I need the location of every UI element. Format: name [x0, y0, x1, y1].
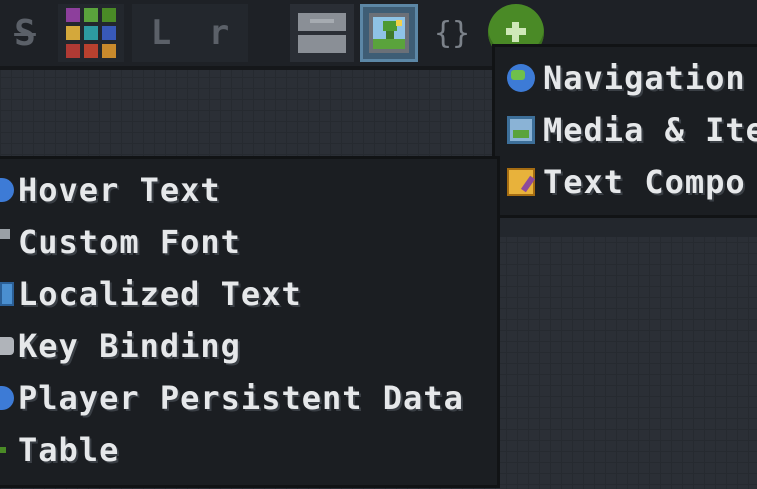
color-picker-button[interactable]: [58, 4, 124, 62]
color-swatch: [84, 44, 98, 58]
submenu-item-label: Custom Font: [18, 223, 241, 261]
submenu-item-custom-font[interactable]: Custom Font: [0, 217, 241, 267]
submenu-item-label: Player Persistent Data: [18, 379, 464, 417]
data-icon: [0, 386, 14, 410]
submenu-item-label: Localized Text: [18, 275, 302, 313]
submenu-item-localized-text[interactable]: Localized Text: [0, 269, 302, 319]
menu-item-navigation[interactable]: Navigation: [507, 53, 746, 103]
strikethrough-button[interactable]: S: [0, 4, 50, 62]
submenu-item-key-binding[interactable]: Key Binding: [0, 321, 241, 371]
color-swatch: [66, 26, 80, 40]
l-glyph: L: [150, 13, 172, 53]
image-icon: [507, 116, 535, 144]
lowercase-l-button[interactable]: L: [132, 4, 190, 62]
add-component-button[interactable]: [487, 4, 545, 60]
menu-item-label: Navigation: [543, 59, 746, 97]
menu-item-text-components[interactable]: Text Compo: [507, 157, 746, 207]
image-button[interactable]: [360, 4, 418, 62]
json-button[interactable]: {}: [424, 4, 480, 62]
note-icon: [507, 168, 535, 196]
strikethrough-icon: S: [14, 12, 36, 54]
color-swatch: [102, 8, 116, 22]
color-swatch: [102, 44, 116, 58]
color-swatch: [102, 26, 116, 40]
menu-item-media[interactable]: Media & Ite: [507, 105, 757, 155]
separator-button[interactable]: [290, 4, 354, 62]
color-grid-icon: [66, 8, 116, 58]
r-glyph: r: [208, 13, 230, 53]
separator-icon: [296, 13, 346, 53]
submenu-item-label: Hover Text: [18, 171, 221, 209]
submenu-item-label: Table: [18, 431, 120, 469]
text-components-submenu: Hover Text Custom Font Localized Text Ke…: [0, 156, 500, 488]
submenu-item-hover-text[interactable]: Hover Text: [0, 165, 221, 215]
image-icon: [369, 13, 409, 53]
submenu-item-label: Key Binding: [18, 327, 241, 365]
submenu-item-table[interactable]: Table: [0, 425, 119, 475]
key-icon: [0, 337, 14, 355]
color-swatch: [66, 8, 80, 22]
curly-braces-icon: {}: [433, 15, 471, 51]
font-icon: [0, 229, 10, 239]
hover-icon: [0, 178, 14, 202]
color-swatch: [84, 8, 98, 22]
color-swatch: [66, 44, 80, 58]
localized-icon: [0, 282, 14, 306]
color-swatch: [84, 26, 98, 40]
globe-icon: [507, 64, 535, 92]
menu-item-label: Text Compo: [543, 163, 746, 201]
lowercase-r-button[interactable]: r: [190, 4, 248, 62]
menu-item-label: Media & Ite: [543, 111, 757, 149]
table-icon: [0, 447, 6, 453]
add-menu: Navigation Media & Ite Text Compo: [492, 44, 757, 237]
submenu-item-player-persistent-data[interactable]: Player Persistent Data: [0, 373, 464, 423]
